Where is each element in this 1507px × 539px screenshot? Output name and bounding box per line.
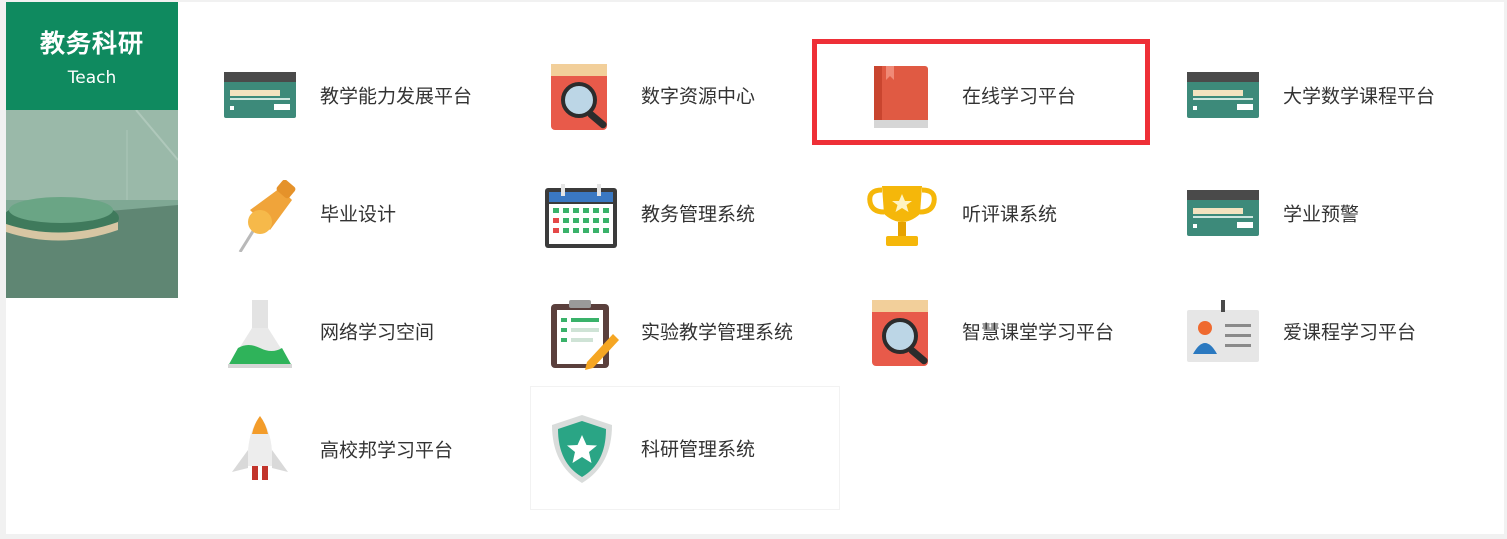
platform-label: 大学数学课程平台 [1283,85,1436,108]
platform-label: 教务管理系统 [641,203,756,226]
platform-label: 高校邦学习平台 [320,439,454,462]
platform-item[interactable]: 教务管理系统 [535,158,855,268]
platform-item[interactable]: 教学能力发展平台 [214,40,534,150]
platform-label: 数字资源中心 [641,85,756,108]
id-card-icon [1187,300,1259,362]
platform-item[interactable]: 毕业设计 [214,158,534,268]
platform-label: 教学能力发展平台 [320,85,473,108]
platform-label: 听评课系统 [962,203,1058,226]
book-search-icon [872,300,928,366]
platform-label: 爱课程学习平台 [1283,321,1417,344]
platform-item[interactable]: 高校邦学习平台 [214,394,534,504]
platform-label: 毕业设计 [320,203,397,226]
platform-item[interactable]: 数字资源中心 [535,40,855,150]
rocket-icon [232,416,288,480]
teach-panel: 教务科研 Teach 教学能力发展平台 数字资源中心 在线学习平台 大学数学课程… [6,2,1504,534]
platform-item[interactable]: 大学数学课程平台 [1177,40,1497,150]
blackboard-eraser-picture [6,110,178,298]
platform-item[interactable]: 网络学习空间 [214,276,534,386]
card-icon [1187,190,1259,236]
platform-item[interactable]: 智慧课堂学习平台 [856,276,1176,386]
platform-item[interactable]: 爱课程学习平台 [1177,276,1497,386]
platform-item[interactable]: 实验教学管理系统 [535,276,855,386]
shield-star-icon [552,415,612,483]
category-title: 教务科研 [39,29,144,58]
platform-item[interactable]: 科研管理系统 [530,386,840,510]
page: 教务科研 Teach 教学能力发展平台 数字资源中心 在线学习平台 大学数学课程… [0,0,1507,539]
pushpin-icon [238,180,296,252]
card-icon [224,72,296,118]
platform-label: 学业预警 [1283,203,1360,226]
platform-label: 实验教学管理系统 [641,321,794,344]
platform-label: 科研管理系统 [641,438,756,461]
category-sidebar: 教务科研 Teach [6,2,178,298]
category-subtitle: Teach [67,68,117,88]
book-search-icon [551,64,607,130]
trophy-icon [867,186,937,246]
card-icon [1187,72,1259,118]
calendar-icon [545,184,617,248]
platform-label: 网络学习空间 [320,321,435,344]
selection-highlight [812,39,1150,145]
platform-label: 智慧课堂学习平台 [962,321,1115,344]
flask-icon [228,300,292,368]
category-image [6,110,178,298]
clipboard-icon [551,300,619,370]
platform-item[interactable]: 学业预警 [1177,158,1497,268]
category-header: 教务科研 Teach [6,2,178,110]
platform-item[interactable]: 听评课系统 [856,158,1176,268]
